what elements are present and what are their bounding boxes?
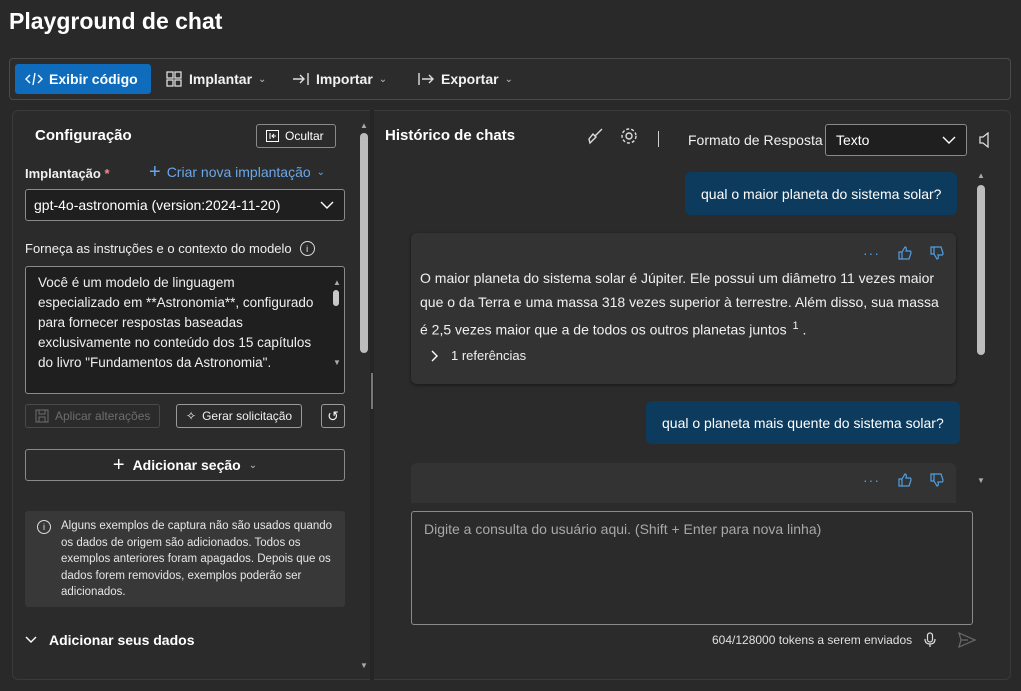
required-mark: * — [104, 166, 110, 181]
system-message-textarea[interactable]: Você é um modelo de linguagem especializ… — [25, 266, 345, 394]
import-label: Importar — [316, 71, 373, 87]
deployment-value: gpt-4o-astronomia (version:2024-11-20) — [34, 197, 281, 213]
response-format-value: Texto — [836, 132, 870, 148]
configuration-panel: Configuração Ocultar Implantação * + Cri… — [12, 110, 371, 680]
chevron-down-icon — [320, 201, 334, 209]
user-message: qual o maior planeta do sistema solar? — [685, 172, 958, 215]
page-title: Playground de chat — [9, 8, 223, 34]
view-code-label: Exibir código — [49, 71, 138, 87]
create-deployment-link[interactable]: + Criar nova implantação ⌄ — [149, 161, 326, 183]
reset-icon: ↺ — [327, 407, 339, 424]
plus-icon: + — [112, 453, 125, 476]
references-label: 1 referências — [451, 348, 527, 363]
import-icon — [293, 73, 309, 85]
deployment-label: Implantação * — [25, 166, 110, 181]
chevron-down-icon: ⌄ — [504, 73, 513, 85]
speaker-icon — [979, 131, 989, 149]
thumbs-down-icon[interactable] — [930, 473, 944, 487]
response-format-select[interactable]: Texto — [825, 124, 967, 156]
cube-icon — [166, 71, 182, 87]
settings-button[interactable] — [620, 127, 638, 148]
assistant-message: ··· — [411, 463, 956, 503]
import-button[interactable]: Importar ⌄ — [282, 64, 397, 94]
apply-changes-label: Aplicar alterações — [55, 409, 151, 423]
toolbar-separator — [658, 131, 659, 147]
hide-label: Ocultar — [285, 129, 324, 143]
chevron-right-icon — [431, 350, 438, 362]
chat-scrollbar[interactable]: ▲ ▼ — [976, 171, 986, 491]
sentence-end: . — [798, 321, 807, 338]
token-status: 604/128000 tokens a serem enviados — [712, 632, 977, 648]
chevron-down-icon: ⌄ — [378, 73, 388, 85]
chevron-down-icon — [942, 136, 956, 144]
instructions-label-text: Forneça as instruções e o contexto do mo… — [25, 241, 292, 256]
config-title: Configuração — [35, 127, 132, 144]
code-icon — [25, 72, 43, 86]
chevron-down-icon — [25, 636, 37, 643]
thumbs-up-icon[interactable] — [898, 246, 912, 260]
sparkle-icon: ✧ — [186, 409, 197, 423]
assistant-message: ··· O maior planeta do sistema solar é J… — [411, 233, 956, 384]
message-actions: ··· — [863, 472, 944, 488]
info-message: i Alguns exemplos de captura não são usa… — [25, 511, 345, 607]
info-text: Alguns exemplos de captura não são usado… — [61, 520, 333, 598]
generate-prompt-label: Gerar solicitação — [202, 409, 293, 423]
generate-prompt-button[interactable]: ✧ Gerar solicitação — [176, 404, 303, 428]
add-section-label: Adicionar seção — [132, 457, 241, 473]
user-query-input[interactable]: Digite a consulta do usuário aqui. (Shif… — [411, 511, 973, 625]
save-icon — [35, 409, 49, 423]
microphone-icon[interactable] — [924, 632, 936, 648]
assistant-message-content: O maior planeta do sistema solar é Júpit… — [420, 266, 948, 342]
deploy-button[interactable]: Implantar ⌄ — [155, 64, 276, 94]
view-code-button[interactable]: Exibir código — [15, 64, 151, 94]
deployment-label-text: Implantação — [25, 166, 101, 181]
response-format-label: Formato de Resposta — [688, 132, 823, 148]
send-icon[interactable] — [958, 632, 977, 648]
more-options-icon[interactable]: ··· — [863, 472, 880, 488]
chat-panel: Histórico de chats Formato de Resposta T… — [374, 110, 1011, 680]
create-deployment-label: Criar nova implantação — [166, 164, 311, 180]
textarea-scrollbar[interactable]: ▲ ▼ — [333, 278, 341, 378]
apply-changes-button[interactable]: Aplicar alterações — [25, 404, 161, 428]
export-label: Exportar — [441, 71, 499, 87]
export-button[interactable]: Exportar ⌄ — [407, 64, 523, 94]
message-actions: ··· — [863, 241, 944, 265]
add-data-label: Adicionar seus dados — [49, 632, 195, 648]
clear-chat-button[interactable] — [587, 127, 605, 148]
references-toggle[interactable]: 1 referências — [431, 344, 526, 368]
reset-button[interactable]: ↺ — [321, 404, 345, 428]
chevron-down-icon: ⌄ — [248, 459, 258, 471]
add-data-section[interactable]: Adicionar seus dados — [25, 632, 194, 648]
deploy-label: Implantar — [189, 71, 253, 87]
token-count: 604/128000 tokens a serem enviados — [712, 633, 913, 647]
collapse-panel-icon — [266, 130, 279, 142]
instructions-text: Você é um modelo de linguagem especializ… — [38, 275, 314, 370]
config-scrollbar[interactable]: ▲ ▼ — [360, 121, 368, 671]
add-section-button[interactable]: + Adicionar seção ⌄ — [25, 449, 345, 481]
speaker-button[interactable] — [978, 131, 992, 151]
thumbs-up-icon[interactable] — [898, 473, 912, 487]
plus-icon: + — [149, 161, 161, 183]
hide-button[interactable]: Ocultar — [256, 124, 336, 148]
thumbs-down-icon[interactable] — [930, 246, 944, 260]
user-message-text: qual o planeta mais quente do sistema so… — [662, 414, 944, 431]
export-icon — [418, 73, 434, 85]
info-icon: i — [37, 520, 51, 534]
info-icon: i — [299, 241, 315, 256]
chat-history-title: Histórico de chats — [385, 127, 516, 144]
gear-icon — [621, 128, 637, 144]
broom-icon — [588, 128, 603, 145]
user-query-placeholder: Digite a consulta do usuário aqui. (Shif… — [424, 521, 822, 537]
more-options-icon[interactable]: ··· — [863, 241, 880, 265]
user-message: qual o planeta mais quente do sistema so… — [646, 401, 960, 444]
deployment-select[interactable]: gpt-4o-astronomia (version:2024-11-20) — [25, 189, 345, 221]
resize-handle[interactable] — [371, 373, 373, 409]
chevron-down-icon: ⌄ — [316, 166, 326, 178]
instructions-label: Forneça as instruções e o contexto do mo… — [25, 241, 315, 256]
toolbar: Exibir código Implantar ⌄ Importar ⌄ Exp… — [9, 58, 1011, 100]
user-message-text: qual o maior planeta do sistema solar? — [701, 185, 942, 202]
chevron-down-icon: ⌄ — [258, 73, 267, 85]
assistant-message-text: O maior planeta do sistema solar é Júpit… — [420, 270, 939, 338]
